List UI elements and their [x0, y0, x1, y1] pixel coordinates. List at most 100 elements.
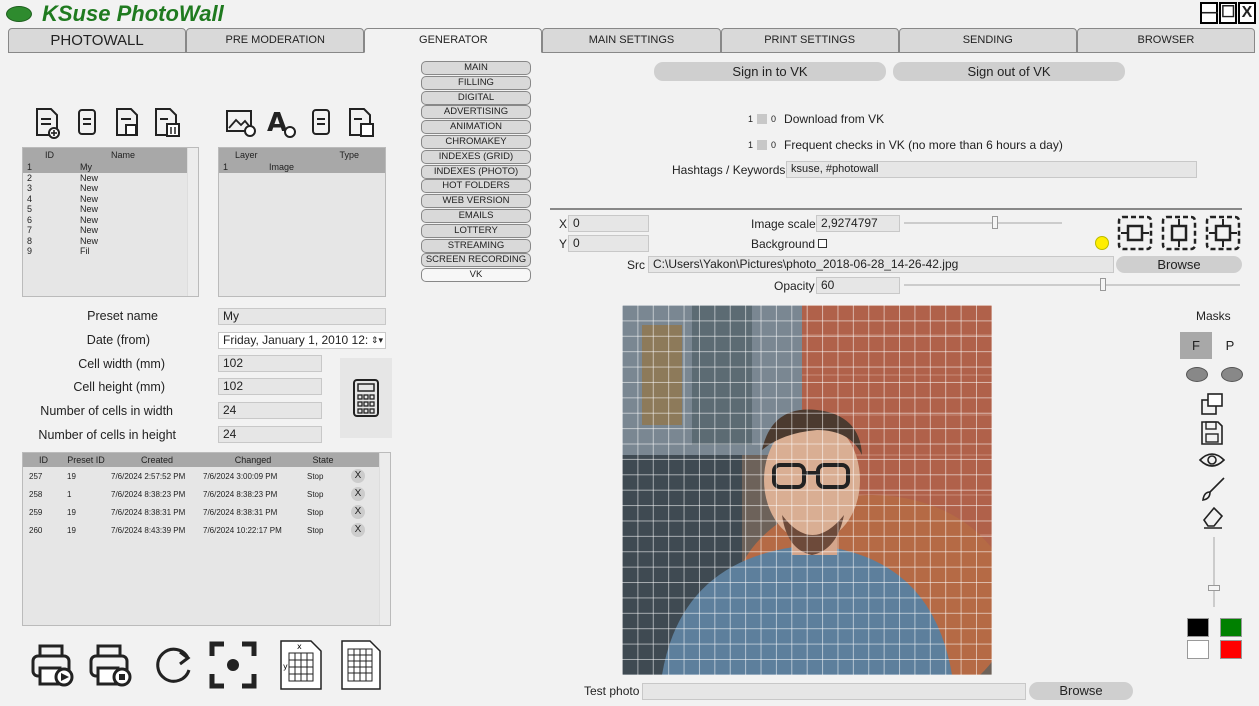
focus-capture-icon[interactable] — [208, 638, 258, 692]
submenu-item[interactable]: STREAMING — [421, 238, 531, 253]
list-item[interactable]: 4 New — [23, 194, 198, 205]
submenu-item[interactable]: EMAILS — [421, 209, 531, 223]
list-item[interactable]: 1 Image — [219, 162, 385, 173]
tab-pre-moderation[interactable]: PRE MODERATION — [186, 28, 365, 53]
grid-xy-icon[interactable]: xy — [276, 638, 326, 692]
tab-print-settings[interactable]: PRINT SETTINGS — [720, 28, 899, 53]
download-vk-toggle[interactable]: 10 Download from VK — [748, 112, 884, 126]
x-input[interactable]: 0 — [568, 215, 649, 232]
tab-generator[interactable]: GENERATOR — [364, 28, 543, 53]
hashtags-input[interactable]: ksuse, #photowall — [786, 161, 1197, 178]
fit-height-icon[interactable] — [1161, 215, 1197, 251]
delete-job-button[interactable]: X — [351, 523, 365, 537]
mask-resize-icon[interactable] — [1200, 392, 1224, 416]
scale-slider-thumb[interactable] — [992, 216, 998, 229]
mask-shape-1-icon[interactable] — [1186, 367, 1208, 382]
image-scale-input[interactable]: 2,9274797 — [816, 215, 900, 232]
jobs-scrollbar[interactable] — [379, 453, 390, 625]
submenu-item[interactable]: LOTTERY — [421, 223, 531, 238]
submenu-item[interactable]: INDEXES (GRID) — [421, 149, 531, 164]
list-item[interactable]: 7 New — [23, 225, 198, 236]
photo-preview[interactable] — [622, 305, 992, 675]
list-item[interactable]: 2 New — [23, 173, 198, 184]
submenu-item[interactable]: SCREEN RECORDING — [421, 253, 531, 268]
color-swatch-black[interactable] — [1187, 618, 1209, 637]
print-stop-icon[interactable] — [86, 638, 136, 692]
frequent-checks-toggle[interactable]: 10 Frequent checks in VK (no more than 6… — [748, 138, 1063, 152]
maximize-button[interactable]: ☐ — [1219, 2, 1237, 24]
delete-layer-icon[interactable] — [344, 106, 378, 140]
brush-size-slider[interactable] — [1208, 537, 1220, 607]
test-photo-browse-button[interactable]: Browse — [1029, 682, 1133, 700]
list-item[interactable]: 5 New — [23, 204, 198, 215]
add-text-layer-icon[interactable]: A — [264, 106, 298, 140]
submenu-item[interactable]: CHROMAKEY — [421, 135, 531, 149]
close-button[interactable]: X — [1238, 2, 1256, 24]
presets-list[interactable]: ID Name 1 My 2 New 3 New 4 New 5 New 6 New 7 New 8 New 9 F… — [22, 147, 199, 297]
table-row[interactable]: 259 19 7/6/2024 8:38:31 PM 7/6/2024 8:38:31… — [23, 503, 390, 521]
color-swatch-white[interactable] — [1187, 640, 1209, 659]
cells-height-input[interactable]: 24 — [218, 426, 322, 443]
mask-shape-2-icon[interactable] — [1221, 367, 1243, 382]
list-item[interactable]: 8 New — [23, 236, 198, 247]
submenu-item[interactable]: FILLING — [421, 75, 531, 90]
delete-preset-icon[interactable] — [150, 106, 184, 140]
preset-name-input[interactable]: My — [218, 308, 386, 325]
sign-out-vk-button[interactable]: Sign out of VK — [893, 62, 1125, 81]
date-spin-icon[interactable]: ⇕▾ — [371, 333, 383, 348]
src-browse-button[interactable]: Browse — [1116, 256, 1242, 273]
list-item[interactable]: 9 Fil — [23, 246, 198, 257]
opacity-slider-thumb[interactable] — [1100, 278, 1106, 291]
table-row[interactable]: 257 19 7/6/2024 2:57:52 PM 7/6/2024 3:00:09… — [23, 467, 390, 485]
print-play-icon[interactable] — [28, 638, 78, 692]
brush-size-thumb[interactable] — [1208, 585, 1220, 591]
mask-brush-icon[interactable] — [1200, 476, 1226, 502]
layers-list[interactable]: Layer Type 1 Image — [218, 147, 386, 297]
opacity-slider[interactable] — [904, 278, 1240, 291]
refresh-icon[interactable] — [148, 638, 198, 692]
list-item[interactable]: 1 My — [23, 162, 198, 173]
delete-job-button[interactable]: X — [351, 469, 365, 483]
table-row[interactable]: 258 1 7/6/2024 8:38:23 PM 7/6/2024 8:38:23 … — [23, 485, 390, 503]
mask-eraser-icon[interactable] — [1200, 504, 1226, 530]
fit-all-icon[interactable] — [1205, 215, 1241, 251]
submenu-item[interactable]: DIGITAL — [421, 90, 531, 105]
background-checkbox[interactable] — [818, 239, 827, 248]
jobs-table[interactable]: ID Preset ID Created Changed State 257 19… — [22, 452, 391, 626]
submenu-item[interactable]: INDEXES (PHOTO) — [421, 164, 531, 179]
submenu-item[interactable]: WEB VERSION — [421, 194, 531, 209]
submenu-item[interactable]: VK — [421, 268, 531, 283]
src-input[interactable]: C:\Users\Yakon\Pictures\photo_2018-06-28… — [648, 256, 1114, 273]
tab-main-settings[interactable]: MAIN SETTINGS — [542, 28, 721, 53]
test-photo-input[interactable] — [642, 683, 1026, 700]
minimize-button[interactable]: — — [1200, 2, 1218, 24]
save-preset-icon[interactable] — [110, 106, 144, 140]
delete-job-button[interactable]: X — [351, 505, 365, 519]
mask-view-icon[interactable] — [1198, 450, 1226, 470]
list-item[interactable]: 3 New — [23, 183, 198, 194]
opacity-input[interactable]: 60 — [816, 277, 900, 294]
fit-width-icon[interactable] — [1117, 215, 1153, 251]
cell-height-input[interactable]: 102 — [218, 378, 322, 395]
sign-in-vk-button[interactable]: Sign in to VK — [654, 62, 886, 81]
list-item[interactable]: 6 New — [23, 215, 198, 226]
tab-photowall[interactable]: PHOTOWALL — [8, 28, 187, 53]
submenu-item[interactable]: HOT FOLDERS — [421, 179, 531, 194]
submenu-item[interactable]: ANIMATION — [421, 120, 531, 135]
scale-slider[interactable] — [904, 216, 1062, 229]
tab-sending[interactable]: SENDING — [898, 28, 1077, 53]
cells-width-input[interactable]: 24 — [218, 402, 322, 419]
y-input[interactable]: 0 — [568, 235, 649, 252]
color-swatch-red[interactable] — [1220, 640, 1242, 659]
calculator-icon[interactable] — [340, 358, 392, 438]
mask-save-icon[interactable] — [1200, 420, 1224, 445]
add-image-layer-icon[interactable] — [224, 106, 258, 140]
tab-browser[interactable]: BROWSER — [1076, 28, 1255, 53]
table-row[interactable]: 260 19 7/6/2024 8:43:39 PM 7/6/2024 10:22:1… — [23, 521, 390, 539]
add-preset-icon[interactable] — [30, 106, 64, 140]
presets-scrollbar[interactable] — [187, 148, 198, 296]
delete-job-button[interactable]: X — [351, 487, 365, 501]
copy-preset-icon[interactable] — [70, 106, 104, 140]
submenu-item[interactable]: ADVERTISING — [421, 105, 531, 120]
mask-f-button[interactable]: F — [1180, 332, 1212, 359]
